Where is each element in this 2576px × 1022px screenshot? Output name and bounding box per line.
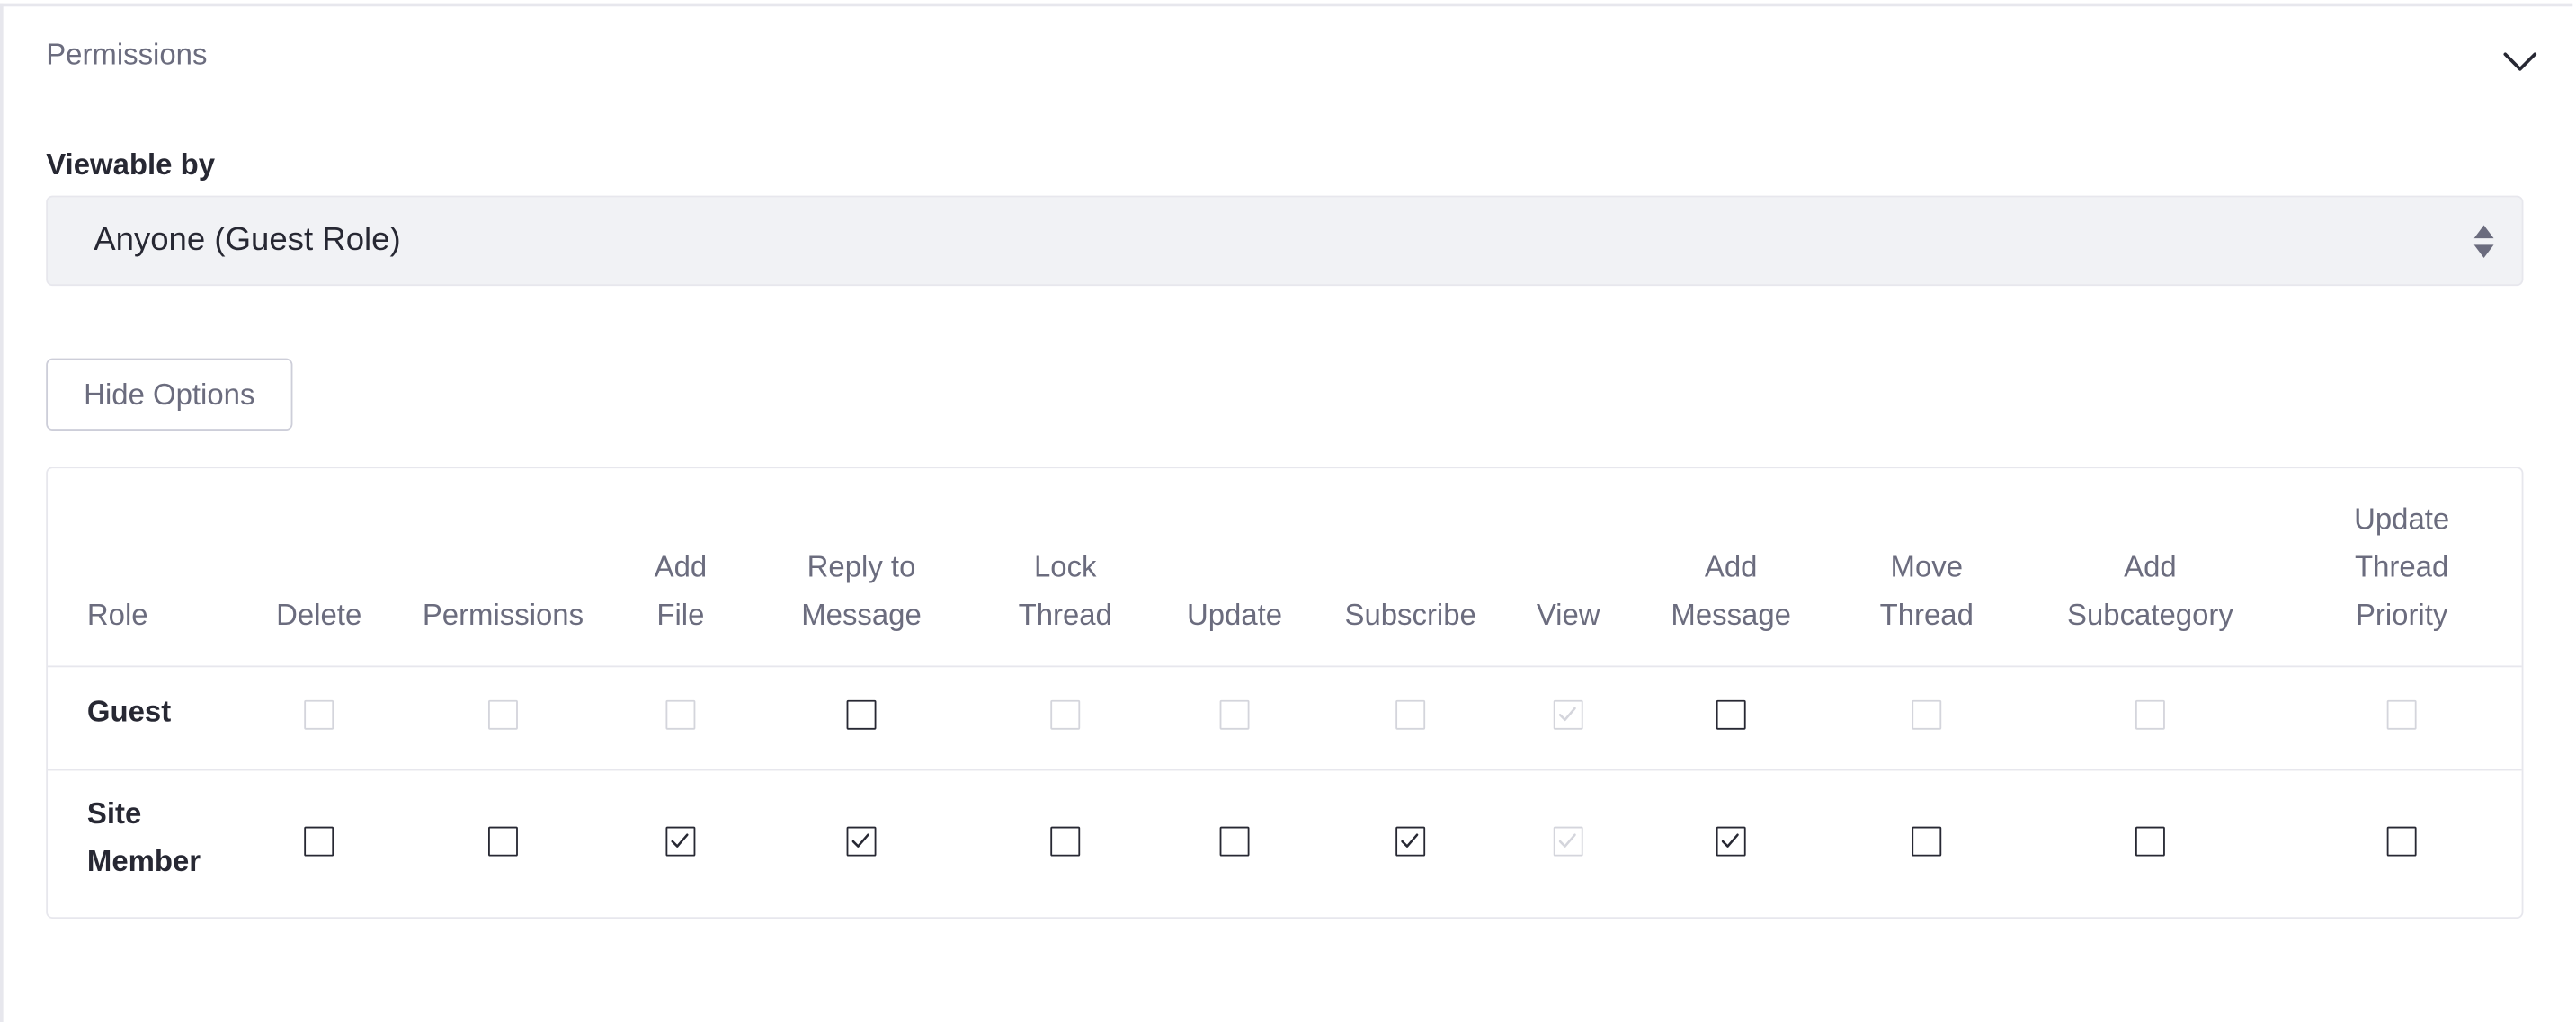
permission-checkbox[interactable] bbox=[1716, 699, 1746, 730]
permission-checkbox[interactable] bbox=[2386, 826, 2417, 857]
permission-checkbox[interactable] bbox=[488, 826, 518, 857]
checkmark-icon bbox=[1558, 833, 1576, 848]
permissions-root: Permissions Viewable by Anyone (Guest Ro… bbox=[0, 0, 2576, 1022]
column-header: Delete bbox=[276, 591, 361, 639]
role-name: Site Member bbox=[87, 790, 201, 885]
select-arrows-icon bbox=[2473, 225, 2494, 259]
column-header: Update Thread Priority bbox=[2354, 496, 2449, 639]
column-header-line: View bbox=[1536, 598, 1600, 632]
column-header-line: File bbox=[656, 598, 705, 632]
role-name-line: Site bbox=[86, 796, 142, 831]
role-name-line: Guest bbox=[86, 694, 172, 728]
permission-checkbox[interactable] bbox=[1395, 826, 1426, 857]
viewable-by-label: Viewable by bbox=[46, 147, 215, 182]
column-header-line: Lock bbox=[1033, 550, 1097, 584]
column-header-line: Add bbox=[1704, 550, 1758, 584]
permission-checkbox bbox=[1553, 826, 1583, 857]
row-divider bbox=[48, 665, 2522, 668]
permission-checkbox[interactable] bbox=[846, 826, 877, 857]
permission-checkbox bbox=[488, 699, 518, 730]
column-header-line: Delete bbox=[276, 598, 362, 632]
checkmark-icon bbox=[1558, 707, 1576, 722]
column-header: Lock Thread bbox=[1019, 544, 1112, 639]
permission-checkbox[interactable] bbox=[1912, 826, 1942, 857]
permissions-table: Role Delete Permissions Add File Reply to Mess… bbox=[46, 467, 2524, 920]
panel-title: Permissions bbox=[46, 38, 208, 71]
column-header-line: Permissions bbox=[422, 598, 584, 632]
chevron-down-icon[interactable] bbox=[2502, 43, 2538, 79]
column-header: Move Thread bbox=[1880, 544, 1974, 639]
column-header-line: Add bbox=[2124, 550, 2177, 584]
permission-checkbox bbox=[304, 699, 334, 730]
permissions-panel: Permissions Viewable by Anyone (Guest Ro… bbox=[0, 3, 2573, 1022]
permission-checkbox bbox=[2135, 699, 2165, 730]
permission-checkbox bbox=[1395, 699, 1426, 730]
permission-checkbox[interactable] bbox=[1716, 826, 1746, 857]
permission-checkbox[interactable] bbox=[304, 826, 334, 857]
column-header-line: Move bbox=[1890, 550, 1964, 584]
column-header: Update bbox=[1187, 591, 1282, 639]
role-name: Guest bbox=[87, 688, 171, 735]
column-header: Add File bbox=[655, 544, 708, 639]
column-header-role: Role bbox=[86, 598, 148, 632]
permission-checkbox bbox=[1912, 699, 1942, 730]
column-header: View bbox=[1537, 591, 1600, 639]
permission-checkbox bbox=[665, 699, 696, 730]
permission-checkbox bbox=[2386, 699, 2417, 730]
column-header: Permissions bbox=[423, 591, 584, 639]
checkmark-icon bbox=[851, 833, 869, 848]
column-header-line: Thread bbox=[2354, 550, 2449, 584]
permission-checkbox bbox=[1050, 699, 1081, 730]
row-divider bbox=[48, 769, 2522, 771]
role-name-line: Member bbox=[86, 844, 201, 878]
column-header: Add Subcategory bbox=[2067, 544, 2233, 639]
checkmark-icon bbox=[1401, 833, 1419, 848]
column-header: Subscribe bbox=[1345, 591, 1476, 639]
checkmark-icon bbox=[671, 833, 689, 848]
column-header-line: Update bbox=[2354, 502, 2450, 537]
viewable-by-select[interactable]: Anyone (Guest Role) bbox=[46, 195, 2524, 287]
column-header: Add Message bbox=[1671, 544, 1791, 639]
column-header-line: Subcategory bbox=[2067, 598, 2233, 632]
permission-checkbox bbox=[1553, 699, 1583, 730]
column-header-line: Priority bbox=[2355, 598, 2448, 632]
permission-checkbox[interactable] bbox=[1050, 826, 1081, 857]
checkmark-icon bbox=[1721, 833, 1739, 848]
viewable-by-selected-value: Anyone (Guest Role) bbox=[94, 221, 401, 259]
column-header-line: Subscribe bbox=[1344, 598, 1476, 632]
column-header-line: Thread bbox=[1879, 598, 1974, 632]
permissions-panel-header[interactable]: Permissions bbox=[4, 6, 2576, 111]
permission-checkbox bbox=[1219, 699, 1250, 730]
column-header-line: Message bbox=[1671, 598, 1791, 632]
column-header-line: Thread bbox=[1018, 598, 1112, 632]
column-header-line: Add bbox=[654, 550, 708, 584]
column-header: Reply to Message bbox=[801, 544, 922, 639]
permission-checkbox[interactable] bbox=[1219, 826, 1250, 857]
column-header-line: Update bbox=[1186, 598, 1283, 632]
hide-options-button[interactable]: Hide Options bbox=[46, 358, 293, 431]
permission-checkbox[interactable] bbox=[2135, 826, 2165, 857]
column-header-line: Message bbox=[801, 598, 922, 632]
permission-checkbox[interactable] bbox=[846, 699, 877, 730]
column-header-line: Reply to bbox=[807, 550, 916, 584]
permission-checkbox[interactable] bbox=[665, 826, 696, 857]
